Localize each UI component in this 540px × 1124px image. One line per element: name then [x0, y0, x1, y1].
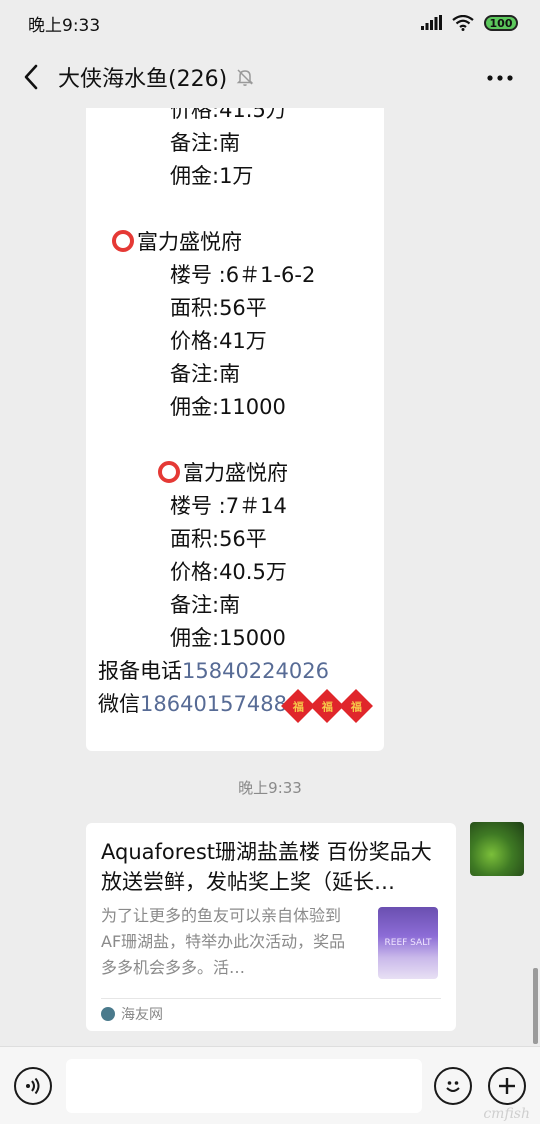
signal-icon: [421, 15, 442, 30]
message-line: 佣金:15000: [170, 626, 286, 650]
link-card-title: Aquaforest珊湖盐盖楼 百份奖品大放送尝鲜，发帖奖上奖（延长…: [101, 840, 432, 894]
link-card-source: 海友网: [101, 1004, 163, 1024]
chat-header: 大侠海水鱼(226): [0, 46, 540, 108]
sender-avatar[interactable]: [470, 822, 524, 876]
project-name: 富力盛悦府: [183, 461, 288, 485]
message-line: 价格:41.5万: [170, 108, 287, 122]
source-logo-icon: [101, 1007, 115, 1021]
message-line: 佣金:1万: [170, 164, 254, 188]
project-name: 富力盛悦府: [137, 230, 242, 254]
link-card-thumbnail: REEF SALT: [378, 907, 438, 979]
message-line: 面积:56平: [170, 296, 267, 320]
scrollbar-thumb[interactable]: [533, 968, 538, 1044]
more-dots-icon: [487, 75, 513, 81]
card-divider: [101, 998, 441, 999]
emoji-button[interactable]: [434, 1067, 472, 1105]
back-button[interactable]: [8, 54, 54, 100]
red-circle-emoji-icon: [158, 461, 180, 483]
time-divider: 晚上9:33: [238, 779, 302, 797]
status-bar: 晚上9:33 100: [0, 0, 540, 46]
phone-label: 报备电话: [98, 659, 182, 683]
source-name: 海友网: [121, 1007, 163, 1023]
more-functions-button[interactable]: [488, 1067, 526, 1105]
message-line: 楼号 :7＃14: [170, 494, 287, 518]
message-line: 价格:41万: [170, 329, 267, 353]
message-line: 富力盛悦府: [112, 226, 242, 259]
wechat-number-link[interactable]: 18640157488: [140, 692, 287, 716]
thumbnail-label: REEF SALT: [384, 938, 432, 948]
message-line: 备注:南: [170, 593, 241, 617]
voice-input-button[interactable]: [14, 1067, 52, 1105]
message-line: 备注:南: [170, 362, 241, 386]
message-line: 佣金:11000: [170, 395, 286, 419]
mute-bell-icon: [235, 67, 255, 87]
message-line: 富力盛悦府: [158, 457, 288, 490]
message-line: 报备电话15840224026: [98, 655, 329, 688]
text-message-bubble[interactable]: 价格:41.5万 备注:南 佣金:1万 富力盛悦府 楼号 :6＃1-6-2 面积…: [86, 108, 384, 751]
red-circle-emoji-icon: [112, 230, 134, 252]
back-arrow-icon: [24, 64, 38, 90]
message-line: 微信18640157488: [98, 688, 287, 721]
message-line: 楼号 :6＃1-6-2: [170, 263, 316, 287]
fu-emoji-icon: 福: [339, 689, 373, 723]
link-card-message[interactable]: Aquaforest珊湖盐盖楼 百份奖品大放送尝鲜，发帖奖上奖（延长… 为了让更…: [86, 823, 456, 1031]
status-time: 晚上9:33: [28, 15, 101, 36]
link-card-description: 为了让更多的鱼友可以亲自体验到AF珊湖盐，特举办此次活动，奖品多多机会多多。活…: [101, 906, 346, 977]
wifi-icon: [452, 15, 474, 31]
battery-icon: 100: [484, 15, 518, 31]
phone-number-link[interactable]: 15840224026: [182, 659, 329, 683]
fu-emoji-row: 福 福 福: [281, 689, 373, 723]
smiley-icon: [446, 1081, 460, 1092]
plus-icon: [499, 1078, 515, 1094]
chat-messages[interactable]: 价格:41.5万 备注:南 佣金:1万 富力盛悦府 楼号 :6＃1-6-2 面积…: [0, 108, 540, 1046]
message-line: 面积:56平: [170, 527, 267, 551]
chat-title: 大侠海水鱼(226): [58, 67, 228, 92]
status-icons: 100: [420, 15, 518, 31]
voice-icon: [26, 1077, 40, 1095]
wechat-label: 微信: [98, 692, 140, 716]
watermark: cmfish: [483, 1106, 530, 1122]
message-line: 价格:40.5万: [170, 560, 287, 584]
more-options-button[interactable]: [480, 58, 520, 98]
message-line: 备注:南: [170, 131, 241, 155]
input-bar: cmfish: [0, 1046, 540, 1124]
message-input[interactable]: [66, 1059, 422, 1113]
